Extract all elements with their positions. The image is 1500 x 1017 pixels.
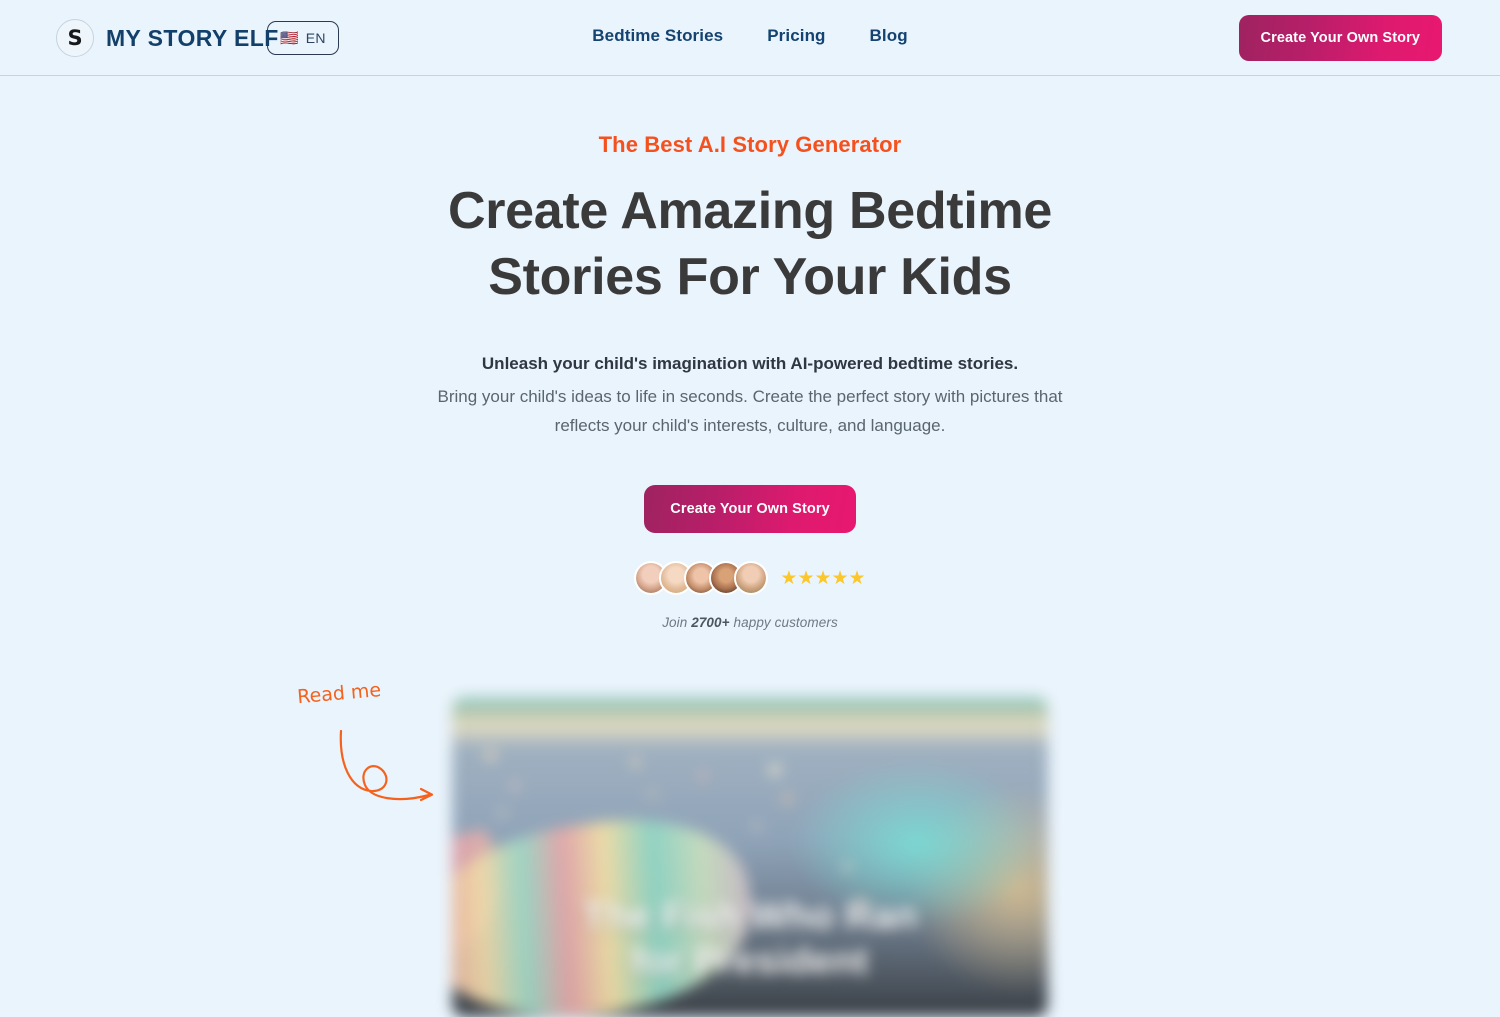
hero-subtitle-line1: Bring your child's ideas to life in seco… [437,387,1063,406]
bokeh-dot [484,749,497,762]
header-create-story-button[interactable]: Create Your Own Story [1238,15,1442,61]
bokeh-dot [782,793,793,804]
bokeh-dot [648,789,657,798]
customer-count-text: Join 2700+ happy customers [0,615,1500,630]
site-header: S MY STORY ELF 🇺🇸 EN Bedtime Stories Pri… [0,0,1500,76]
bokeh-dot [630,757,641,768]
read-me-annotation: Read me [296,679,464,815]
story-card[interactable]: The Fish Who Ran for President [452,697,1048,1017]
bokeh-dot [698,771,708,781]
nav-item-bedtime-stories[interactable]: Bedtime Stories [592,26,723,46]
join-prefix: Join [662,615,692,630]
hero-headline: Create Amazing Bedtime Stories For Your … [0,178,1500,310]
customer-avatars [634,561,769,595]
hero-eyebrow: The Best A.I Story Generator [598,132,902,157]
story-title-line1: The Fish Who Ran [582,896,918,938]
social-proof: ★★★★★ [0,561,1500,595]
bokeh-dot [498,809,507,818]
read-me-label: Read me [296,678,382,709]
nav-item-pricing[interactable]: Pricing [767,26,825,46]
nav-item-blog[interactable]: Blog [870,26,908,46]
hero-headline-line2: Stories For Your Kids [488,248,1012,306]
story-title-line2: for President [631,941,869,983]
join-count: 2700+ [691,615,730,630]
hero-section: The Best A.I Story Generator Create Amaz… [0,132,1500,630]
hero-subtitle-bold: Unleash your child's imagination with AI… [481,354,1019,373]
bokeh-dot [510,781,520,791]
star-rating: ★★★★★ [780,567,866,589]
hero-headline-line1: Create Amazing Bedtime [447,182,1053,240]
hero-subtitle: Bring your child's ideas to life in seco… [0,382,1500,440]
bokeh-dot [768,763,782,777]
story-card-title: The Fish Who Ran for President [452,895,1048,985]
bokeh-dot [842,862,852,872]
hero-create-story-button[interactable]: Create Your Own Story [644,485,856,533]
curly-arrow-right-icon [339,729,434,802]
avatar [734,561,769,595]
hero-subtitle-line2: reflects your child's interests, culture… [554,416,946,435]
bokeh-dot [752,822,761,831]
join-suffix: happy customers [729,615,838,630]
